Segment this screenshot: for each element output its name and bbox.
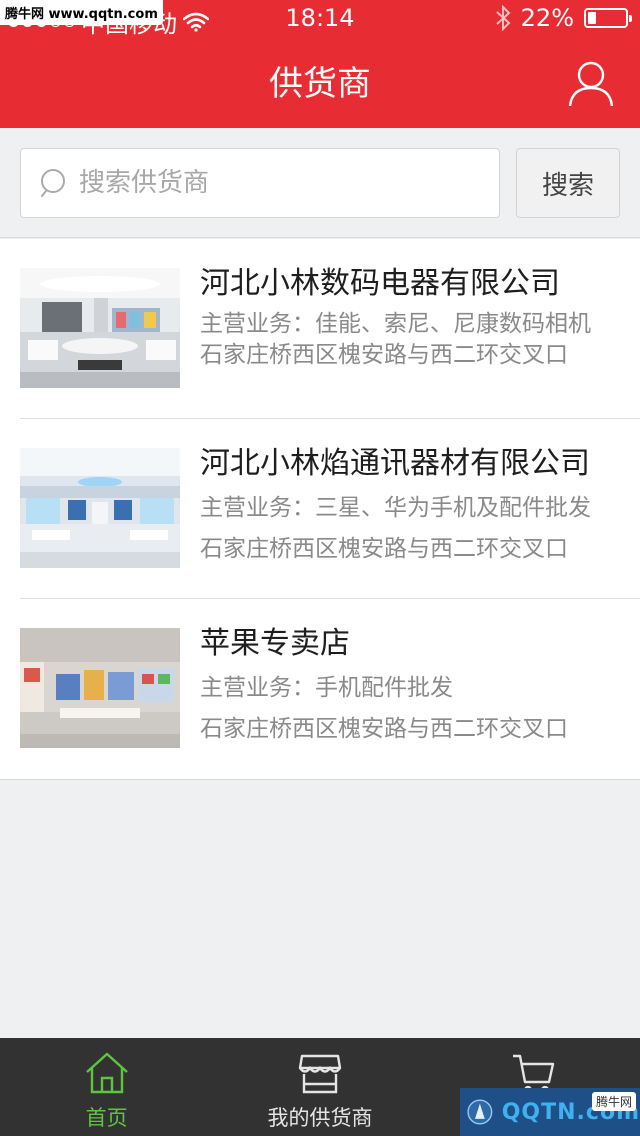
supplier-name: 河北小林数码电器有限公司 (200, 266, 560, 301)
tab-my-suppliers[interactable]: 我的供货商 (213, 1038, 426, 1136)
user-icon (568, 61, 614, 107)
supplier-address: 石家庄桥西区槐安路与西二环交叉口 (200, 716, 568, 742)
supplier-list-item[interactable]: 苹果专卖店 主营业务：手机配件批发 石家庄桥西区槐安路与西二环交叉口 (20, 599, 640, 779)
supplier-business: 主营业务：佳能、索尼、尼康数码相机 (200, 311, 591, 337)
supplier-business: 主营业务：三星、华为手机及配件批发 (200, 495, 591, 521)
supplier-address: 石家庄桥西区槐安路与西二环交叉口 (200, 342, 568, 368)
watermark-top-left: 腾牛网 www.qqtn.com (0, 0, 163, 25)
supplier-photo (20, 448, 180, 568)
supplier-business: 主营业务：手机配件批发 (200, 675, 453, 701)
tab-home[interactable]: 首页 (0, 1038, 213, 1136)
battery-icon (584, 8, 632, 28)
tab-my-suppliers-label: 我的供货商 (267, 1106, 373, 1130)
battery-level-fill (588, 12, 596, 24)
supplier-name: 河北小林焰通讯器材有限公司 (200, 446, 590, 481)
watermark-badge: 腾牛网 (591, 1092, 636, 1111)
home-icon (85, 1052, 128, 1094)
search-bar: 搜索 (0, 128, 640, 238)
supplier-list-item[interactable]: 河北小林焰通讯器材有限公司 主营业务：三星、华为手机及配件批发 石家庄桥西区槐安… (20, 419, 640, 599)
search-button[interactable]: 搜索 (516, 148, 620, 218)
watermark-emblem-icon (467, 1099, 493, 1125)
supplier-list-item[interactable]: 河北小林数码电器有限公司 主营业务：佳能、索尼、尼康数码相机 石家庄桥西区槐安路… (20, 239, 640, 419)
supplier-info: 河北小林焰通讯器材有限公司 主营业务：三星、华为手机及配件批发 石家庄桥西区槐安… (200, 443, 622, 565)
tab-home-label: 首页 (85, 1106, 128, 1130)
search-icon (41, 169, 65, 197)
supplier-photo (20, 268, 180, 388)
supplier-photo (20, 628, 180, 748)
watermark-logo: QQTN.com 腾牛网 (460, 1088, 640, 1136)
page-title: 供货商 (269, 64, 371, 104)
supplier-address: 石家庄桥西区槐安路与西二环交叉口 (200, 536, 568, 562)
supplier-list: 河北小林数码电器有限公司 主营业务：佳能、索尼、尼康数码相机 石家庄桥西区槐安路… (0, 239, 640, 780)
search-input[interactable] (79, 168, 479, 198)
user-profile-button[interactable] (568, 60, 614, 108)
battery-percent: 22% (520, 4, 574, 32)
store-icon (298, 1054, 342, 1094)
supplier-name: 苹果专卖店 (200, 626, 350, 661)
supplier-info: 苹果专卖店 主营业务：手机配件批发 石家庄桥西区槐安路与西二环交叉口 (200, 623, 622, 745)
bluetooth-icon (495, 5, 511, 31)
search-box[interactable] (20, 148, 500, 218)
status-bar-right: 22% (495, 4, 632, 32)
supplier-info: 河北小林数码电器有限公司 主营业务：佳能、索尼、尼康数码相机 石家庄桥西区槐安路… (200, 263, 622, 371)
